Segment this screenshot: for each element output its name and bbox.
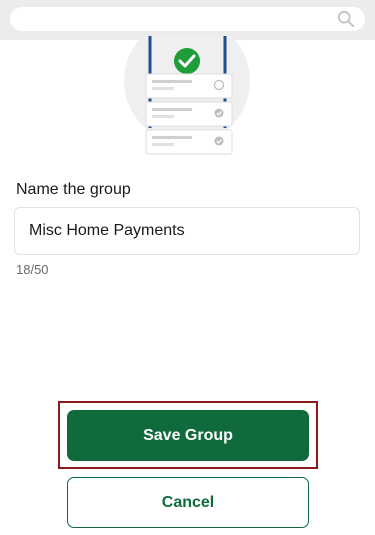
search-icon[interactable] [337, 10, 355, 28]
group-name-label: Name the group [16, 181, 131, 198]
save-group-button[interactable]: Save Group [67, 410, 309, 461]
character-count: 18/50 [16, 262, 49, 277]
top-bar [0, 0, 375, 40]
cancel-button[interactable]: Cancel [67, 477, 309, 528]
group-name-input[interactable] [14, 207, 360, 255]
create-group-screen: Name the group 18/50 Save Group Cancel [0, 0, 375, 535]
group-checklist-illustration [124, 36, 250, 155]
search-bar[interactable] [10, 7, 365, 31]
